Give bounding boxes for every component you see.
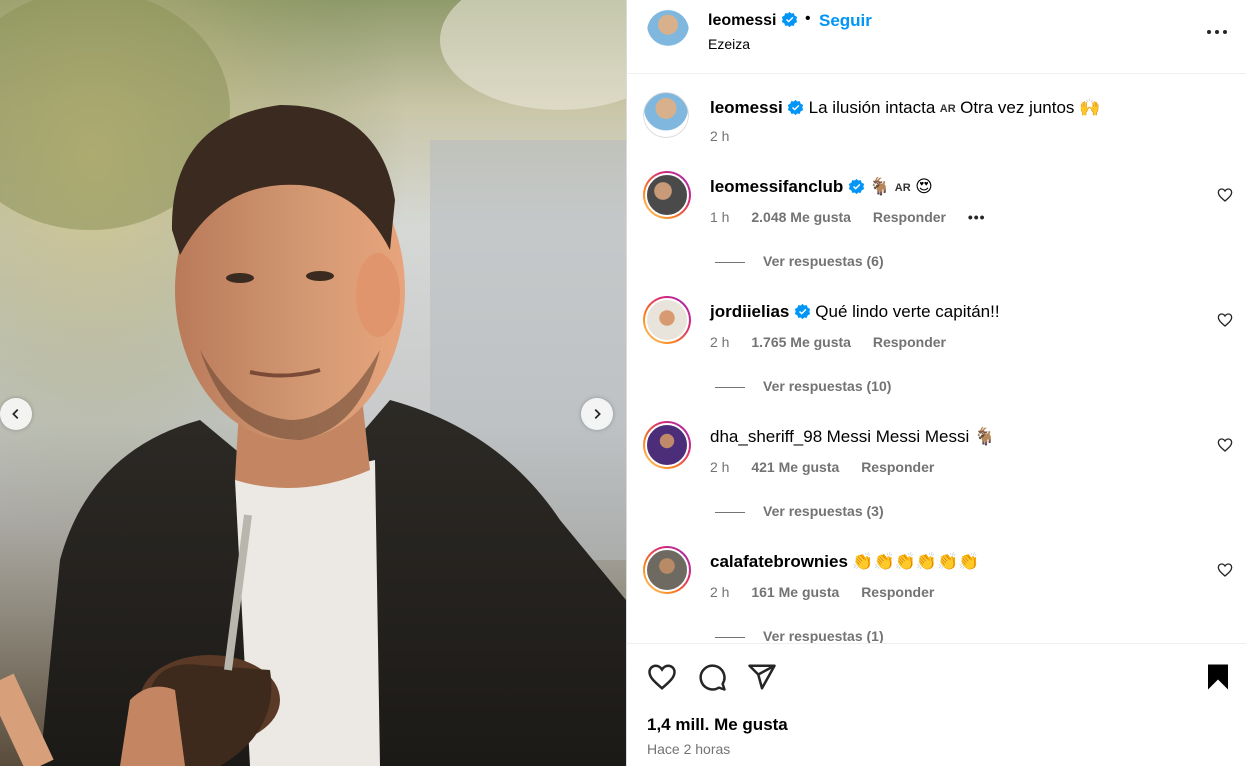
post-photo-illustration [0, 0, 626, 766]
verified-badge-icon [781, 11, 798, 28]
comment-username[interactable]: jordiielias [710, 302, 789, 321]
verified-badge-icon [788, 99, 804, 116]
comment-username[interactable]: dha_sheriff_98 [710, 427, 822, 446]
comment-more-button[interactable]: ••• [968, 209, 986, 225]
chevron-right-icon [594, 409, 601, 419]
separator-dot: • [805, 10, 811, 27]
reply-button[interactable]: Responder [861, 584, 934, 600]
heart-eyes-emoji: 😍 [915, 177, 933, 196]
goat-emoji: 🐐 [869, 177, 891, 196]
comment-like-heart-icon[interactable] [1217, 562, 1233, 578]
chevron-left-icon [12, 409, 19, 419]
caption-text: La ilusión intacta [808, 98, 936, 117]
comment-like-heart-icon[interactable] [1217, 312, 1233, 328]
comment-time[interactable]: 2 h [710, 334, 729, 350]
caption-username[interactable]: leomessi [710, 98, 783, 117]
view-replies-button[interactable]: Ver respuestas (6) [715, 253, 884, 269]
post-side-panel: leomessi • Seguir Ezeiza leomessi La ilu… [626, 0, 1246, 766]
comment-username[interactable]: calafatebrownies [710, 552, 848, 571]
view-replies-dash [715, 386, 745, 388]
heart-icon[interactable] [647, 662, 677, 692]
comment-likes[interactable]: 421 Me gusta [751, 459, 839, 475]
carousel-prev-button[interactable] [0, 398, 32, 430]
comment-likes[interactable]: 1.765 Me gusta [751, 334, 851, 350]
view-replies-label[interactable]: Ver respuestas (10) [763, 378, 891, 394]
comment-text: 👏👏👏👏👏👏 [852, 552, 980, 571]
more-options-icon[interactable] [1205, 20, 1229, 44]
author-username-text[interactable]: leomessi [708, 12, 776, 29]
comments-list[interactable]: leomessi La ilusión intacta AR Otra vez … [627, 75, 1246, 643]
carousel-next-button[interactable] [581, 398, 613, 430]
comment-like-heart-icon[interactable] [1217, 437, 1233, 453]
post-timestamp[interactable]: Hace 2 horas [647, 741, 730, 757]
reply-button[interactable]: Responder [873, 209, 946, 225]
view-replies-button[interactable]: Ver respuestas (3) [715, 503, 884, 519]
view-replies-label[interactable]: Ver respuestas (6) [763, 253, 884, 269]
share-icon[interactable] [747, 662, 777, 692]
argentina-flag-emoji: AR [939, 103, 956, 115]
commenter-avatar[interactable] [643, 296, 691, 344]
comment-username[interactable]: leomessifanclub [710, 177, 843, 196]
argentina-flag-emoji: AR [894, 182, 911, 194]
verified-badge-icon [848, 178, 864, 195]
follow-button[interactable]: Seguir [819, 11, 872, 31]
bookmark-icon[interactable] [1203, 662, 1233, 692]
comment-like-heart-icon[interactable] [1217, 187, 1233, 203]
view-replies-dash [715, 636, 745, 638]
reply-button[interactable]: Responder [861, 459, 934, 475]
reply-button[interactable]: Responder [873, 334, 946, 350]
comment-likes[interactable]: 2.048 Me gusta [751, 209, 851, 225]
post-photo [0, 0, 626, 766]
caption-time[interactable]: 2 h [710, 128, 729, 144]
comment-time[interactable]: 2 h [710, 584, 729, 600]
post-location[interactable]: Ezeiza [708, 36, 750, 52]
view-replies-dash [715, 511, 745, 513]
comment-time[interactable]: 2 h [710, 459, 729, 475]
comment-text: Messi Messi Messi 🐐 [826, 427, 996, 446]
commenter-avatar[interactable] [643, 171, 691, 219]
author-username[interactable]: leomessi [708, 11, 798, 30]
caption-text-2: Otra vez juntos 🙌 [960, 98, 1101, 117]
commenter-avatar[interactable] [643, 546, 691, 594]
author-avatar[interactable] [647, 10, 689, 52]
view-replies-label[interactable]: Ver respuestas (1) [763, 628, 884, 643]
caption-author-avatar[interactable] [643, 92, 689, 138]
view-replies-dash [715, 261, 745, 263]
comment-likes[interactable]: 161 Me gusta [751, 584, 839, 600]
post-actions: 1,4 mill. Me gusta Hace 2 horas [627, 643, 1246, 766]
commenter-avatar[interactable] [643, 421, 691, 469]
verified-badge-icon [794, 303, 810, 320]
comment-time[interactable]: 1 h [710, 209, 729, 225]
comment-text: Qué lindo verte capitán!! [815, 302, 1000, 321]
view-replies-button[interactable]: Ver respuestas (10) [715, 378, 891, 394]
post-like-count[interactable]: 1,4 mill. Me gusta [647, 715, 788, 735]
comment-icon[interactable] [697, 662, 727, 692]
view-replies-label[interactable]: Ver respuestas (3) [763, 503, 884, 519]
post-header: leomessi • Seguir Ezeiza [627, 0, 1246, 74]
view-replies-button[interactable]: Ver respuestas (1) [715, 628, 884, 643]
